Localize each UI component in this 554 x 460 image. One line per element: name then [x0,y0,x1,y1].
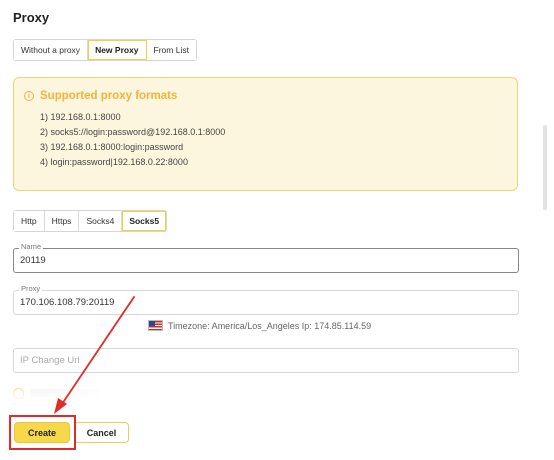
create-button[interactable]: Create [14,422,70,443]
tab-new-proxy[interactable]: New Proxy [88,40,147,60]
ip-change-url-input[interactable] [20,355,500,366]
name-field-label: Name [19,242,44,251]
proxy-field[interactable]: Proxy 170.106.108.79:20119 [13,284,519,315]
proxy-input[interactable]: 170.106.108.79:20119 [20,297,500,308]
timezone-text: Timezone: America/Los_Angeles Ip: 174.85… [168,320,372,331]
format-item: 3) 192.168.0.1:8000:login:password [40,142,184,152]
page-title: Proxy [13,10,50,25]
tab-from-list[interactable]: From List [146,40,196,60]
scrollbar[interactable] [540,0,554,460]
supported-formats-box: i Supported proxy formats 1) 192.168.0.1… [13,77,518,191]
proxy-field-label: Proxy [19,284,43,293]
protocol-tabs: Http Https Socks4 Socks5 [13,210,168,232]
timezone-info: Timezone: America/Los_Angeles Ip: 174.85… [148,320,371,331]
tab-socks5[interactable]: Socks5 [122,211,167,231]
supported-formats-title: Supported proxy formats [40,90,178,102]
scrollbar-thumb[interactable] [543,125,547,210]
format-item: 4) login:password|192.168.0.22:8000 [40,157,188,167]
cancel-button[interactable]: Cancel [74,422,129,443]
ip-change-url-field[interactable] [13,348,519,373]
info-icon: i [24,91,34,101]
scroll-fade [0,380,540,410]
tab-https[interactable]: Https [44,211,80,231]
tab-http[interactable]: Http [14,211,45,231]
tab-socks4[interactable]: Socks4 [79,211,123,231]
name-field[interactable]: Name 20119 [13,242,519,273]
format-item: 1) 192.168.0.1:8000 [40,112,121,122]
proxy-page: Proxy Without a proxy New Proxy From Lis… [0,0,554,460]
us-flag-icon [148,320,163,331]
supported-formats-header: i Supported proxy formats [24,90,177,102]
format-item: 2) socks5://login:password@192.168.0.1:8… [40,127,226,137]
proxy-mode-tabs: Without a proxy New Proxy From List [13,39,197,61]
tab-without-proxy[interactable]: Without a proxy [14,40,89,60]
format-list: 1) 192.168.0.1:8000 2) socks5://login:pa… [40,110,225,170]
name-input[interactable]: 20119 [20,255,500,266]
